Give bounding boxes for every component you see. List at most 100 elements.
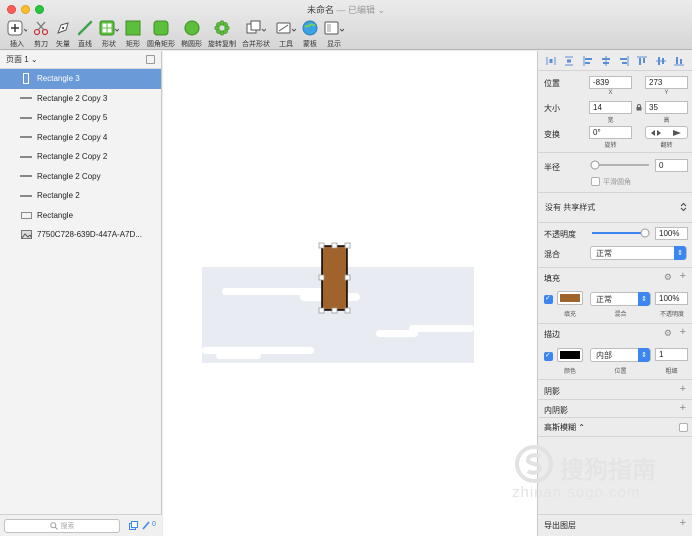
divider <box>538 436 692 437</box>
blur-enabled-checkbox[interactable] <box>679 423 688 432</box>
document-status[interactable]: — 已编辑 ⌄ <box>336 5 385 15</box>
rectangle-layer-icon <box>20 211 32 219</box>
shared-style-label: 没有 共享样式 <box>545 202 596 212</box>
border-width-field[interactable]: 1 <box>655 348 688 361</box>
add-export-icon[interactable]: + <box>680 518 686 529</box>
layer-search-input[interactable]: 搜索 <box>4 519 120 533</box>
x-field[interactable]: -839 <box>589 76 632 89</box>
align-top-icon[interactable] <box>637 56 648 66</box>
align-middle-icon[interactable] <box>655 56 666 66</box>
canvas[interactable] <box>163 51 537 536</box>
smooth-corners-checkbox[interactable] <box>591 177 600 186</box>
add-inner-shadow-icon[interactable]: + <box>680 403 686 414</box>
layer-item[interactable]: Rectangle 2 Copy 4 <box>0 128 161 148</box>
cloud-bar[interactable] <box>409 325 474 332</box>
layer-item[interactable]: Rectangle 2 Copy 2 <box>0 147 161 167</box>
page-selector[interactable]: 页面 1 ⌄ <box>0 51 161 69</box>
radius-field[interactable]: 0 <box>655 159 688 172</box>
combine-button[interactable]: 合并形状 <box>239 17 273 49</box>
shadow-label: 阴影 <box>544 387 560 396</box>
rectangle-button[interactable]: 矩形 <box>122 17 144 49</box>
layer-label: Rectangle 2 Copy <box>37 171 101 181</box>
height-field[interactable]: 35 <box>645 101 688 114</box>
divider <box>538 379 692 380</box>
rounded-rect-icon <box>153 20 169 36</box>
insert-button[interactable]: 插入 <box>4 17 30 49</box>
toolbar: 插入 剪刀 矢量 直线 形状 矩形 圆角矩形 椭圆形 旋转复制 合并形状 工具 … <box>4 17 347 49</box>
layer-item[interactable]: 7750C728-639D-447A-A7D... <box>0 225 161 245</box>
layer-item[interactable]: Rectangle 3 <box>0 69 161 89</box>
layer-item[interactable]: Rectangle 2 Copy 3 <box>0 89 161 109</box>
rotate-field[interactable]: 0° <box>589 126 632 139</box>
search-icon <box>49 522 58 530</box>
layer-item[interactable]: Rectangle 2 <box>0 186 161 206</box>
fill-blend-select[interactable]: 正常 ⇕ <box>590 292 651 306</box>
artboard-button[interactable]: 蒙板 <box>299 17 321 49</box>
display-button[interactable]: 显示 <box>321 17 347 49</box>
brush-icon[interactable] <box>142 521 150 530</box>
layer-item[interactable]: Rectangle <box>0 206 161 226</box>
add-border-icon[interactable]: + <box>680 327 686 338</box>
lock-icon[interactable] <box>636 104 642 111</box>
tools-icon <box>276 22 296 34</box>
y-field[interactable]: 273 <box>645 76 688 89</box>
blend-select[interactable]: 正常 ⇕ <box>590 246 687 260</box>
tools-button[interactable]: 工具 <box>273 17 299 49</box>
gear-icon[interactable]: ⚙ <box>664 328 672 339</box>
radius-slider[interactable] <box>590 160 650 170</box>
line-layer-icon <box>20 175 32 178</box>
border-position-select[interactable]: 内部 ⇕ <box>590 348 651 362</box>
align-right-icon[interactable] <box>619 55 629 66</box>
fill-opacity-field[interactable]: 100% <box>655 292 688 305</box>
align-left-icon[interactable] <box>583 55 593 66</box>
add-fill-icon[interactable]: + <box>680 271 686 282</box>
opacity-field[interactable]: 100% <box>655 227 688 240</box>
alignment-toolbar <box>538 51 692 71</box>
gear-icon[interactable]: ⚙ <box>664 272 672 283</box>
fill-enabled-checkbox[interactable] <box>544 294 553 304</box>
flip-horizontal-icon[interactable] <box>650 129 662 137</box>
add-page-icon[interactable] <box>146 55 155 64</box>
fill-color-well[interactable] <box>557 291 583 305</box>
shape-button[interactable]: 形状 <box>96 17 122 49</box>
inner-shadow-label: 内阴影 <box>544 406 568 415</box>
align-bottom-icon[interactable] <box>673 56 684 66</box>
add-shadow-icon[interactable]: + <box>680 384 686 395</box>
width-field[interactable]: 14 <box>589 101 632 114</box>
layer-item[interactable]: Rectangle 2 Copy 5 <box>0 108 161 128</box>
selected-rectangle[interactable] <box>321 245 348 311</box>
align-center-icon[interactable] <box>601 55 611 66</box>
border-enabled-checkbox[interactable] <box>544 351 553 361</box>
slice-count: 0 <box>152 521 156 528</box>
copy-icon[interactable] <box>129 521 138 530</box>
flip-vertical-icon[interactable] <box>671 129 683 137</box>
chevron-updown-icon: ⇕ <box>674 246 686 260</box>
blur-select[interactable]: 高斯模糊 ⌃ <box>544 422 585 433</box>
y-sublabel: Y <box>664 90 669 96</box>
opacity-slider[interactable] <box>590 228 650 238</box>
border-color-well[interactable] <box>557 348 583 362</box>
shared-style-select[interactable]: 没有 共享样式 <box>538 193 692 221</box>
scissors-button[interactable]: 剪刀 <box>30 17 52 49</box>
layer-label: 7750C728-639D-447A-A7D... <box>37 230 142 240</box>
distribute-vertical-icon[interactable] <box>564 56 574 66</box>
oval-button[interactable]: 椭圆形 <box>178 17 205 49</box>
page-selector-label: 页面 1 ⌄ <box>6 55 38 64</box>
title-bar: 未命名 — 已编辑 ⌄ 插入 剪刀 矢量 直线 形状 矩形 圆角矩形 椭圆形 旋… <box>0 0 692 50</box>
fill-blend-sublabel: 混合 <box>614 312 627 318</box>
insert-label: 插入 <box>10 41 24 48</box>
cloud-bar[interactable] <box>376 330 418 337</box>
border-color-swatch <box>560 351 580 359</box>
transform-label: 变换 <box>544 130 560 139</box>
combine-icon <box>246 20 266 34</box>
flip-buttons[interactable] <box>645 126 688 139</box>
vector-button[interactable]: 矢量 <box>52 17 74 49</box>
cloud-bar[interactable] <box>216 352 261 359</box>
vertical-rect-icon <box>23 73 29 85</box>
layer-item[interactable]: Rectangle 2 Copy <box>0 167 161 187</box>
fill-color-swatch <box>560 294 580 302</box>
rotate-copy-button[interactable]: 旋转复制 <box>205 17 239 49</box>
rounded-rect-button[interactable]: 圆角矩形 <box>144 17 178 49</box>
line-button[interactable]: 直线 <box>74 17 96 49</box>
distribute-horizontal-icon[interactable] <box>546 56 556 66</box>
